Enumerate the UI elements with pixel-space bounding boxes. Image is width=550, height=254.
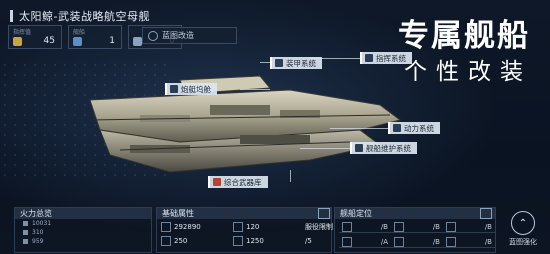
hp-icon	[161, 222, 171, 232]
stat-value: 1	[109, 36, 115, 46]
ship-count-icon	[73, 37, 82, 46]
callout-command-system[interactable]: 指挥系统	[360, 52, 412, 64]
position-item: /A	[339, 237, 391, 248]
command-system-icon	[365, 54, 373, 62]
callout-label: 装甲系统	[286, 58, 316, 68]
armor-icon	[161, 236, 171, 246]
callout-line	[260, 62, 270, 63]
blueprint-upgrade-label: 蓝图强化	[509, 238, 537, 246]
promo-title: 专属舰船	[398, 18, 530, 54]
callout-line	[290, 170, 291, 182]
callout-label: 综合武器库	[224, 177, 262, 187]
attributes-info-icon[interactable]	[318, 208, 330, 219]
role-icon	[446, 222, 456, 232]
ship-position-panel: 舰船定位 /B /B /B /A /B /B	[334, 207, 496, 253]
attr-armor: 250	[161, 236, 233, 246]
armor-system-icon	[275, 59, 283, 67]
basic-attributes-grid: 292890 120 服役限制 250 1250 /5	[157, 219, 333, 249]
maintenance-system-icon	[355, 144, 363, 152]
weapon-icon	[23, 221, 28, 226]
role-icon	[342, 237, 352, 247]
blueprint-modify-label: 蓝图改造	[162, 31, 194, 40]
role-icon	[394, 222, 404, 232]
attr-speed: 120	[233, 222, 305, 232]
blueprint-icon	[148, 30, 158, 41]
callout-line	[240, 89, 270, 90]
role-icon	[394, 237, 404, 247]
position-info-icon[interactable]	[480, 208, 492, 219]
callout-label: 动力系统	[404, 123, 434, 133]
position-item: /B	[339, 222, 391, 233]
gunboat-dock-icon	[170, 85, 178, 93]
firepower-title: 火力总览	[15, 208, 151, 219]
armory-icon	[213, 178, 221, 186]
stat-value: 45	[43, 36, 55, 46]
weapon-icon	[23, 230, 28, 235]
callout-maintenance-system[interactable]: 舰船维护系统	[350, 142, 417, 154]
basic-attributes-panel: 基础属性 292890 120 服役限制 250 1250 /5	[156, 207, 333, 253]
firepower-row: 310	[15, 228, 151, 237]
blueprint-modify-button[interactable]: 蓝图改造	[142, 27, 237, 44]
position-item: /B	[391, 222, 443, 233]
callout-gunboat-dock[interactable]: 炮艇坞舱	[165, 83, 217, 95]
ship-position-grid: /B /B /B /A /B /B	[335, 219, 495, 251]
ship-position-title: 舰船定位	[335, 208, 495, 219]
attr-cost: 1250	[233, 236, 305, 246]
role-icon	[342, 222, 352, 232]
cost-icon	[233, 236, 243, 246]
firepower-row: 10031	[15, 219, 151, 228]
weapon-icon	[23, 239, 28, 244]
stat-label: 指挥值	[13, 29, 32, 36]
callout-line	[330, 128, 390, 129]
stat-label: 舰船	[73, 29, 86, 36]
callout-label: 舰船维护系统	[366, 143, 411, 153]
ship-title: 太阳鲸-武装战略航空母舰	[19, 10, 150, 23]
attr-hp: 292890	[161, 222, 233, 232]
callout-armory[interactable]: 综合武器库	[208, 176, 268, 188]
command-icon	[13, 37, 22, 46]
star-icon	[133, 37, 142, 46]
power-system-icon	[393, 124, 401, 132]
position-item: /B	[443, 222, 495, 233]
callout-label: 炮艇坞舱	[181, 84, 211, 94]
callout-armor-system[interactable]: 装甲系统	[270, 57, 322, 69]
basic-attributes-title: 基础属性	[157, 208, 331, 219]
role-icon	[446, 237, 456, 247]
stat-command: 指挥值 45	[8, 25, 62, 49]
firepower-panel: 火力总览 10031 310 959	[14, 207, 152, 253]
callout-label: 指挥系统	[376, 53, 406, 63]
blueprint-upgrade-button[interactable]: ⌃ 蓝图强化	[504, 207, 542, 251]
page-title: 太阳鲸-武装战略航空母舰	[10, 8, 150, 24]
callout-power-system[interactable]: 动力系统	[388, 122, 440, 134]
carrier-ship-illustration	[89, 75, 402, 173]
position-item: /B	[391, 237, 443, 248]
firepower-row: 959	[15, 237, 151, 246]
callout-line	[300, 148, 350, 149]
position-item: /B	[443, 237, 495, 248]
stat-ship-count: 舰船 1	[68, 25, 122, 49]
title-accent-bar	[10, 10, 13, 22]
upgrade-chevron-icon: ⌃	[511, 211, 535, 235]
speed-icon	[233, 222, 243, 232]
